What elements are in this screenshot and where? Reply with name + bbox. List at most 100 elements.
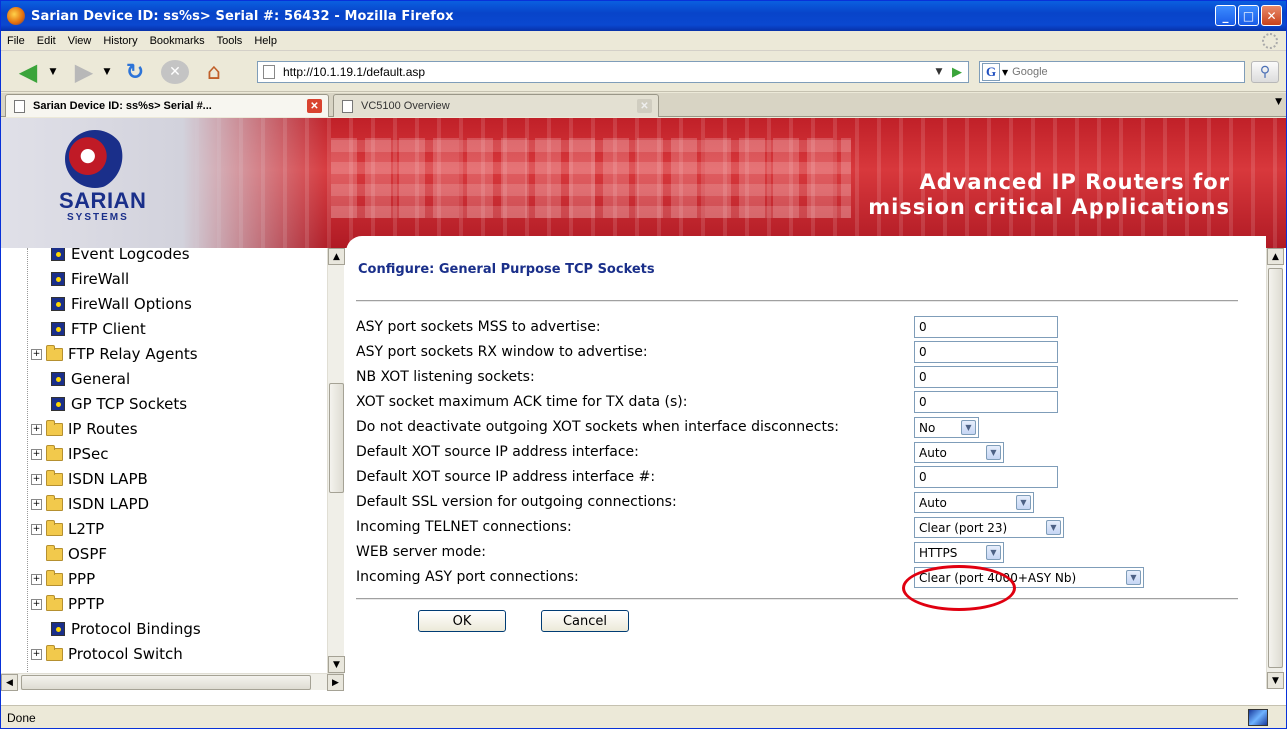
expand-plus-icon[interactable]: + <box>31 423 42 435</box>
tree-item-pptp[interactable]: + PPTP <box>31 592 104 616</box>
tree-item-ip-routes[interactable]: + IP Routes <box>31 417 138 441</box>
search-engine-dropdown[interactable]: ▼ <box>1002 68 1008 77</box>
expand-plus-icon[interactable]: + <box>31 448 42 460</box>
title-bar[interactable]: Sarian Device ID: ss%s> Serial #: 56432 … <box>1 1 1286 31</box>
tab-page-icon <box>14 99 25 113</box>
tab-vc5100-overview[interactable]: VC5100 Overview ✕ <box>333 94 659 117</box>
tree-item-ipsec[interactable]: + IPSec <box>31 442 108 466</box>
scroll-up-arrow-icon[interactable]: ▲ <box>1267 248 1284 265</box>
xot-ack-time-input[interactable] <box>914 391 1058 413</box>
expand-plus-icon[interactable]: + <box>31 523 42 535</box>
web-server-mode-select[interactable]: HTTPS ▼ <box>914 542 1004 563</box>
ok-button[interactable]: OK <box>418 610 506 632</box>
chevron-down-icon[interactable]: ▼ <box>1016 495 1031 510</box>
chevron-down-icon[interactable]: ▼ <box>1126 570 1141 585</box>
scroll-thumb[interactable] <box>1268 268 1283 668</box>
search-input[interactable] <box>1010 65 1211 79</box>
close-button[interactable]: ✕ <box>1261 5 1282 26</box>
menu-help[interactable]: Help <box>248 35 283 47</box>
expand-plus-icon[interactable]: + <box>31 473 42 485</box>
divider <box>356 598 1238 600</box>
xot-listening-sockets-input[interactable] <box>914 366 1058 388</box>
tree-item-l2tp[interactable]: + L2TP <box>31 517 104 541</box>
home-icon[interactable]: ⌂ <box>199 60 229 85</box>
content-vertical-scrollbar[interactable]: ▲ ▼ <box>1266 248 1284 689</box>
throbber-icon <box>1262 33 1278 49</box>
reload-icon[interactable]: ↻ <box>121 60 149 85</box>
tab-list-dropdown-icon[interactable]: ▼ <box>1275 97 1282 107</box>
forward-arrow-icon[interactable]: ▶ <box>67 58 101 86</box>
scroll-left-arrow-icon[interactable]: ◀ <box>1 674 18 691</box>
expand-plus-icon[interactable]: + <box>31 498 42 510</box>
xot-source-interface-number-input[interactable] <box>914 466 1058 488</box>
tab-close-icon[interactable]: ✕ <box>307 99 322 113</box>
banner-pattern <box>331 138 851 218</box>
menu-file[interactable]: File <box>1 35 31 47</box>
scroll-thumb[interactable] <box>21 675 311 690</box>
expand-plus-icon[interactable]: + <box>31 648 42 660</box>
menu-view[interactable]: View <box>62 35 98 47</box>
tree-item-gp-tcp-sockets[interactable]: GP TCP Sockets <box>51 392 188 416</box>
scroll-down-arrow-icon[interactable]: ▼ <box>1267 672 1284 689</box>
tree-item-isdn-lapd[interactable]: + ISDN LAPD <box>31 492 149 516</box>
tree-item-protocol-switch[interactable]: + Protocol Switch <box>31 642 183 666</box>
expand-plus-icon[interactable]: + <box>31 573 42 585</box>
telnet-connections-select[interactable]: Clear (port 23) ▼ <box>914 517 1064 538</box>
form-row: Default XOT source IP address interface … <box>356 466 1256 490</box>
expand-plus-icon[interactable]: + <box>31 598 42 610</box>
form-row: Incoming ASY port connections: Clear (po… <box>356 566 1256 590</box>
url-input[interactable] <box>281 64 921 80</box>
asy-rx-window-input[interactable] <box>914 341 1058 363</box>
tree-item-label: L2TP <box>68 520 105 538</box>
scroll-down-arrow-icon[interactable]: ▼ <box>328 656 345 673</box>
field-label: NB XOT listening sockets: <box>356 369 535 385</box>
maximize-button[interactable]: □ <box>1238 5 1259 26</box>
scroll-thumb[interactable] <box>329 383 344 493</box>
scroll-right-arrow-icon[interactable]: ▶ <box>327 674 344 691</box>
scroll-up-arrow-icon[interactable]: ▲ <box>328 248 345 265</box>
minimize-button[interactable]: _ <box>1215 5 1236 26</box>
tree-item-ospf[interactable]: OSPF <box>31 542 107 566</box>
tree-vertical-scrollbar[interactable]: ▲ ▼ <box>327 248 345 673</box>
tree-item-firewall-options[interactable]: FireWall Options <box>51 292 192 316</box>
go-arrow-icon[interactable]: ▶ <box>948 62 966 82</box>
tree-item-label: FTP Client <box>71 320 146 338</box>
tree-horizontal-scrollbar[interactable]: ◀ ▶ <box>1 673 344 691</box>
menu-bookmarks[interactable]: Bookmarks <box>144 35 211 47</box>
status-plugin-icon[interactable] <box>1248 709 1268 726</box>
url-history-dropdown[interactable]: ▼ <box>932 62 946 82</box>
chevron-down-icon[interactable]: ▼ <box>986 445 1001 460</box>
tree-item-label: OSPF <box>68 545 108 563</box>
expand-plus-icon[interactable]: + <box>31 348 42 360</box>
xot-deactivate-select[interactable]: No ▼ <box>914 417 979 438</box>
tab-sarian-device[interactable]: Sarian Device ID: ss%s> Serial #... ✕ <box>5 94 329 117</box>
tree-item-firewall[interactable]: FireWall <box>51 267 129 291</box>
chevron-down-icon[interactable]: ▼ <box>961 420 976 435</box>
tree-item-event-logcodes[interactable]: Event Logcodes <box>51 248 190 266</box>
tree-item-isdn-lapb[interactable]: + ISDN LAPB <box>31 467 148 491</box>
menu-edit[interactable]: Edit <box>31 35 62 47</box>
asy-mss-input[interactable] <box>914 316 1058 338</box>
tree-item-ftp-relay-agents[interactable]: + FTP Relay Agents <box>31 342 198 366</box>
tree-item-ftp-client[interactable]: FTP Client <box>51 317 146 341</box>
menu-history[interactable]: History <box>97 35 143 47</box>
tree-item-general[interactable]: General <box>51 367 130 391</box>
ssl-version-select[interactable]: Auto ▼ <box>914 492 1034 513</box>
xot-source-interface-select[interactable]: Auto ▼ <box>914 442 1004 463</box>
cancel-button[interactable]: Cancel <box>541 610 629 632</box>
back-history-dropdown[interactable]: ▼ <box>47 60 59 84</box>
form-row: Do not deactivate outgoing XOT sockets w… <box>356 416 1256 440</box>
forward-history-dropdown[interactable]: ▼ <box>101 60 113 84</box>
back-arrow-icon[interactable]: ◀ <box>11 58 45 86</box>
menu-tools[interactable]: Tools <box>211 35 249 47</box>
search-engine-icon[interactable]: G <box>982 63 1000 81</box>
url-bar: ▼ ▶ <box>257 61 969 83</box>
search-magnifier-icon[interactable]: ⚲ <box>1251 61 1279 83</box>
stop-icon[interactable]: ✕ <box>161 60 189 84</box>
tree-item-ppp[interactable]: + PPP <box>31 567 95 591</box>
chevron-down-icon[interactable]: ▼ <box>986 545 1001 560</box>
folder-icon <box>46 644 63 661</box>
tab-close-icon[interactable]: ✕ <box>637 99 652 113</box>
tree-item-protocol-bindings[interactable]: Protocol Bindings <box>51 617 201 641</box>
chevron-down-icon[interactable]: ▼ <box>1046 520 1061 535</box>
